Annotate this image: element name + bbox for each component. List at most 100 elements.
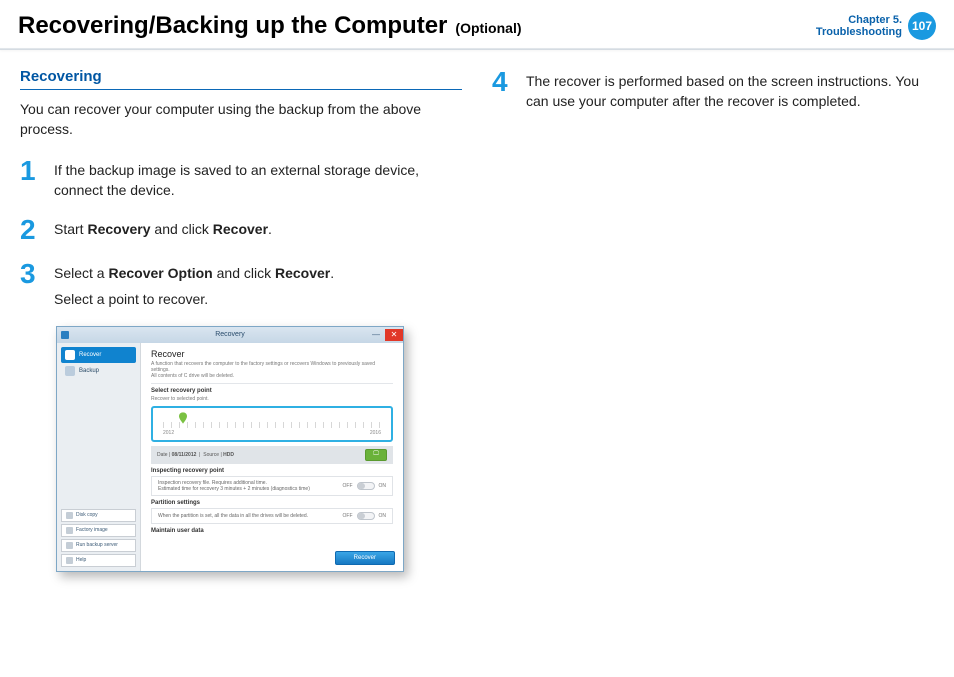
header-divider <box>0 48 954 50</box>
main-description: A function that recovers the computer to… <box>151 361 393 384</box>
step-2-text-c: and click <box>151 221 213 237</box>
sidebar-item-backup[interactable]: Backup <box>61 363 136 379</box>
run-backup-server-icon <box>66 542 73 549</box>
toggle-switch-icon[interactable] <box>357 482 375 490</box>
chapter-line-1: Chapter 5. <box>816 14 902 26</box>
step-1-number: 1 <box>20 157 42 200</box>
recovery-app-window: Recovery — ✕ Recover Backup <box>56 326 404 572</box>
intro-text: You can recover your computer using the … <box>20 100 462 139</box>
partition-off: OFF <box>343 513 353 519</box>
select-recovery-point-label: Select recovery point <box>151 388 393 394</box>
inspect-off: OFF <box>343 483 353 489</box>
step-4: 4 The recover is performed based on the … <box>492 68 934 111</box>
step-2-body: Start Recovery and click Recover. <box>54 216 272 244</box>
close-button[interactable]: ✕ <box>385 329 403 341</box>
sidebar-btn-factory-image[interactable]: Factory image <box>61 524 136 537</box>
sidebar-btn-run-backup-server[interactable]: Run backup server <box>61 539 136 552</box>
sidebar: Recover Backup Disk copy Factory image R… <box>57 343 141 571</box>
chapter-line-2: Troubleshooting <box>816 26 902 38</box>
chapter-text: Chapter 5. Troubleshooting <box>816 14 902 38</box>
section-heading-recovering: Recovering <box>20 68 462 90</box>
backup-icon <box>65 366 75 376</box>
partition-row: When the partition is set, all the data … <box>151 508 393 524</box>
partition-toggle[interactable]: OFF ON <box>343 512 387 520</box>
disk-copy-icon <box>66 512 73 519</box>
sidebar-item-recover[interactable]: Recover <box>61 347 136 363</box>
date-label: Date <box>157 452 168 458</box>
step-3-text-c: and click <box>213 265 275 281</box>
sidebar-btn-disk-copy[interactable]: Disk copy <box>61 509 136 522</box>
window-body: Recover Backup Disk copy Factory image R… <box>57 343 403 571</box>
timeline-marker-icon[interactable] <box>179 412 187 424</box>
partition-text: When the partition is set, all the data … <box>158 513 308 519</box>
page-subtitle-optional: (Optional) <box>455 20 521 36</box>
window-titlebar[interactable]: Recovery — ✕ <box>57 327 403 343</box>
step-3-bold-option: Recover Option <box>108 265 212 281</box>
year-start: 2012 <box>163 430 174 436</box>
page-header: Recovering/Backing up the Computer (Opti… <box>0 0 954 48</box>
factory-image-label: Factory image <box>76 527 108 533</box>
year-end: 2016 <box>370 430 381 436</box>
step-3: 3 Select a Recover Option and click Reco… <box>20 260 462 309</box>
page-number-badge: 107 <box>908 12 936 40</box>
help-icon <box>66 557 73 564</box>
step-4-number: 4 <box>492 68 514 111</box>
inspect-line-b: Estimated time for recovery 3 minutes + … <box>158 486 310 492</box>
factory-image-icon <box>66 527 73 534</box>
step-2-text-e: . <box>268 221 272 237</box>
recovery-timeline[interactable]: 2012 2016 <box>151 406 393 442</box>
run-backup-server-label: Run backup server <box>76 542 118 548</box>
inspect-heading: Inspecting recovery point <box>151 468 393 474</box>
step-3-text-e: . <box>330 265 334 281</box>
sidebar-recover-label: Recover <box>79 352 101 358</box>
step-1: 1 If the backup image is saved to an ext… <box>20 157 462 200</box>
chapter-block: Chapter 5. Troubleshooting 107 <box>816 12 936 40</box>
main-panel: Recover A function that recovers the com… <box>141 343 403 571</box>
left-column: Recovering You can recover your computer… <box>20 68 462 572</box>
content-columns: Recovering You can recover your computer… <box>0 58 954 572</box>
source-value: HDD <box>223 452 234 458</box>
timeline-years: 2012 2016 <box>163 430 381 436</box>
inspect-toggle[interactable]: OFF ON <box>343 482 387 490</box>
inspect-row: Inspection recovery file. Requires addit… <box>151 476 393 496</box>
step-2-text-a: Start <box>54 221 87 237</box>
step-3-text-a: Select a <box>54 265 108 281</box>
source-info: Date | 08/11/2012 | Source | HDD <box>157 452 234 458</box>
timeline-track[interactable] <box>163 422 381 428</box>
step-2-bold-recovery: Recovery <box>87 221 150 237</box>
recover-icon <box>65 350 75 360</box>
page-title: Recovering/Backing up the Computer <box>18 12 447 40</box>
inspect-on: ON <box>379 483 387 489</box>
partition-heading: Partition settings <box>151 500 393 506</box>
desc-line1: A function that recovers the computer to… <box>151 361 393 373</box>
minimize-button[interactable]: — <box>367 329 385 341</box>
help-label: Help <box>76 557 86 563</box>
step-2: 2 Start Recovery and click Recover. <box>20 216 462 244</box>
sidebar-bottom: Disk copy Factory image Run backup serve… <box>61 509 136 567</box>
partition-on: ON <box>379 513 387 519</box>
window-title: Recovery <box>215 331 245 338</box>
desc-line2: All contents of C drive will be deleted. <box>151 373 393 379</box>
step-2-number: 2 <box>20 216 42 244</box>
maintain-heading: Maintain user data <box>151 528 393 534</box>
step-3-subtext: Select a point to recover. <box>54 290 334 310</box>
recover-button[interactable]: Recover <box>335 551 395 565</box>
step-3-number: 3 <box>20 260 42 309</box>
sidebar-btn-help[interactable]: Help <box>61 554 136 567</box>
title-wrap: Recovering/Backing up the Computer (Opti… <box>18 12 522 40</box>
step-1-body: If the backup image is saved to an exter… <box>54 157 462 200</box>
sidebar-backup-label: Backup <box>79 368 99 374</box>
disk-copy-label: Disk copy <box>76 512 98 518</box>
recover-to-selected-label: Recover to selected point. <box>151 396 393 402</box>
step-3-bold-recover: Recover <box>275 265 330 281</box>
right-column: 4 The recover is performed based on the … <box>492 68 934 572</box>
source-bar: Date | 08/11/2012 | Source | HDD <box>151 446 393 464</box>
source-device-button[interactable] <box>365 449 387 461</box>
source-label: Source <box>203 452 219 458</box>
toggle-switch-icon-2[interactable] <box>357 512 375 520</box>
main-heading: Recover <box>151 349 393 359</box>
step-3-body: Select a Recover Option and click Recove… <box>54 260 334 309</box>
step-4-body: The recover is performed based on the sc… <box>526 68 934 111</box>
inspect-text: Inspection recovery file. Requires addit… <box>158 480 310 492</box>
date-value: 08/11/2012 <box>172 452 197 458</box>
